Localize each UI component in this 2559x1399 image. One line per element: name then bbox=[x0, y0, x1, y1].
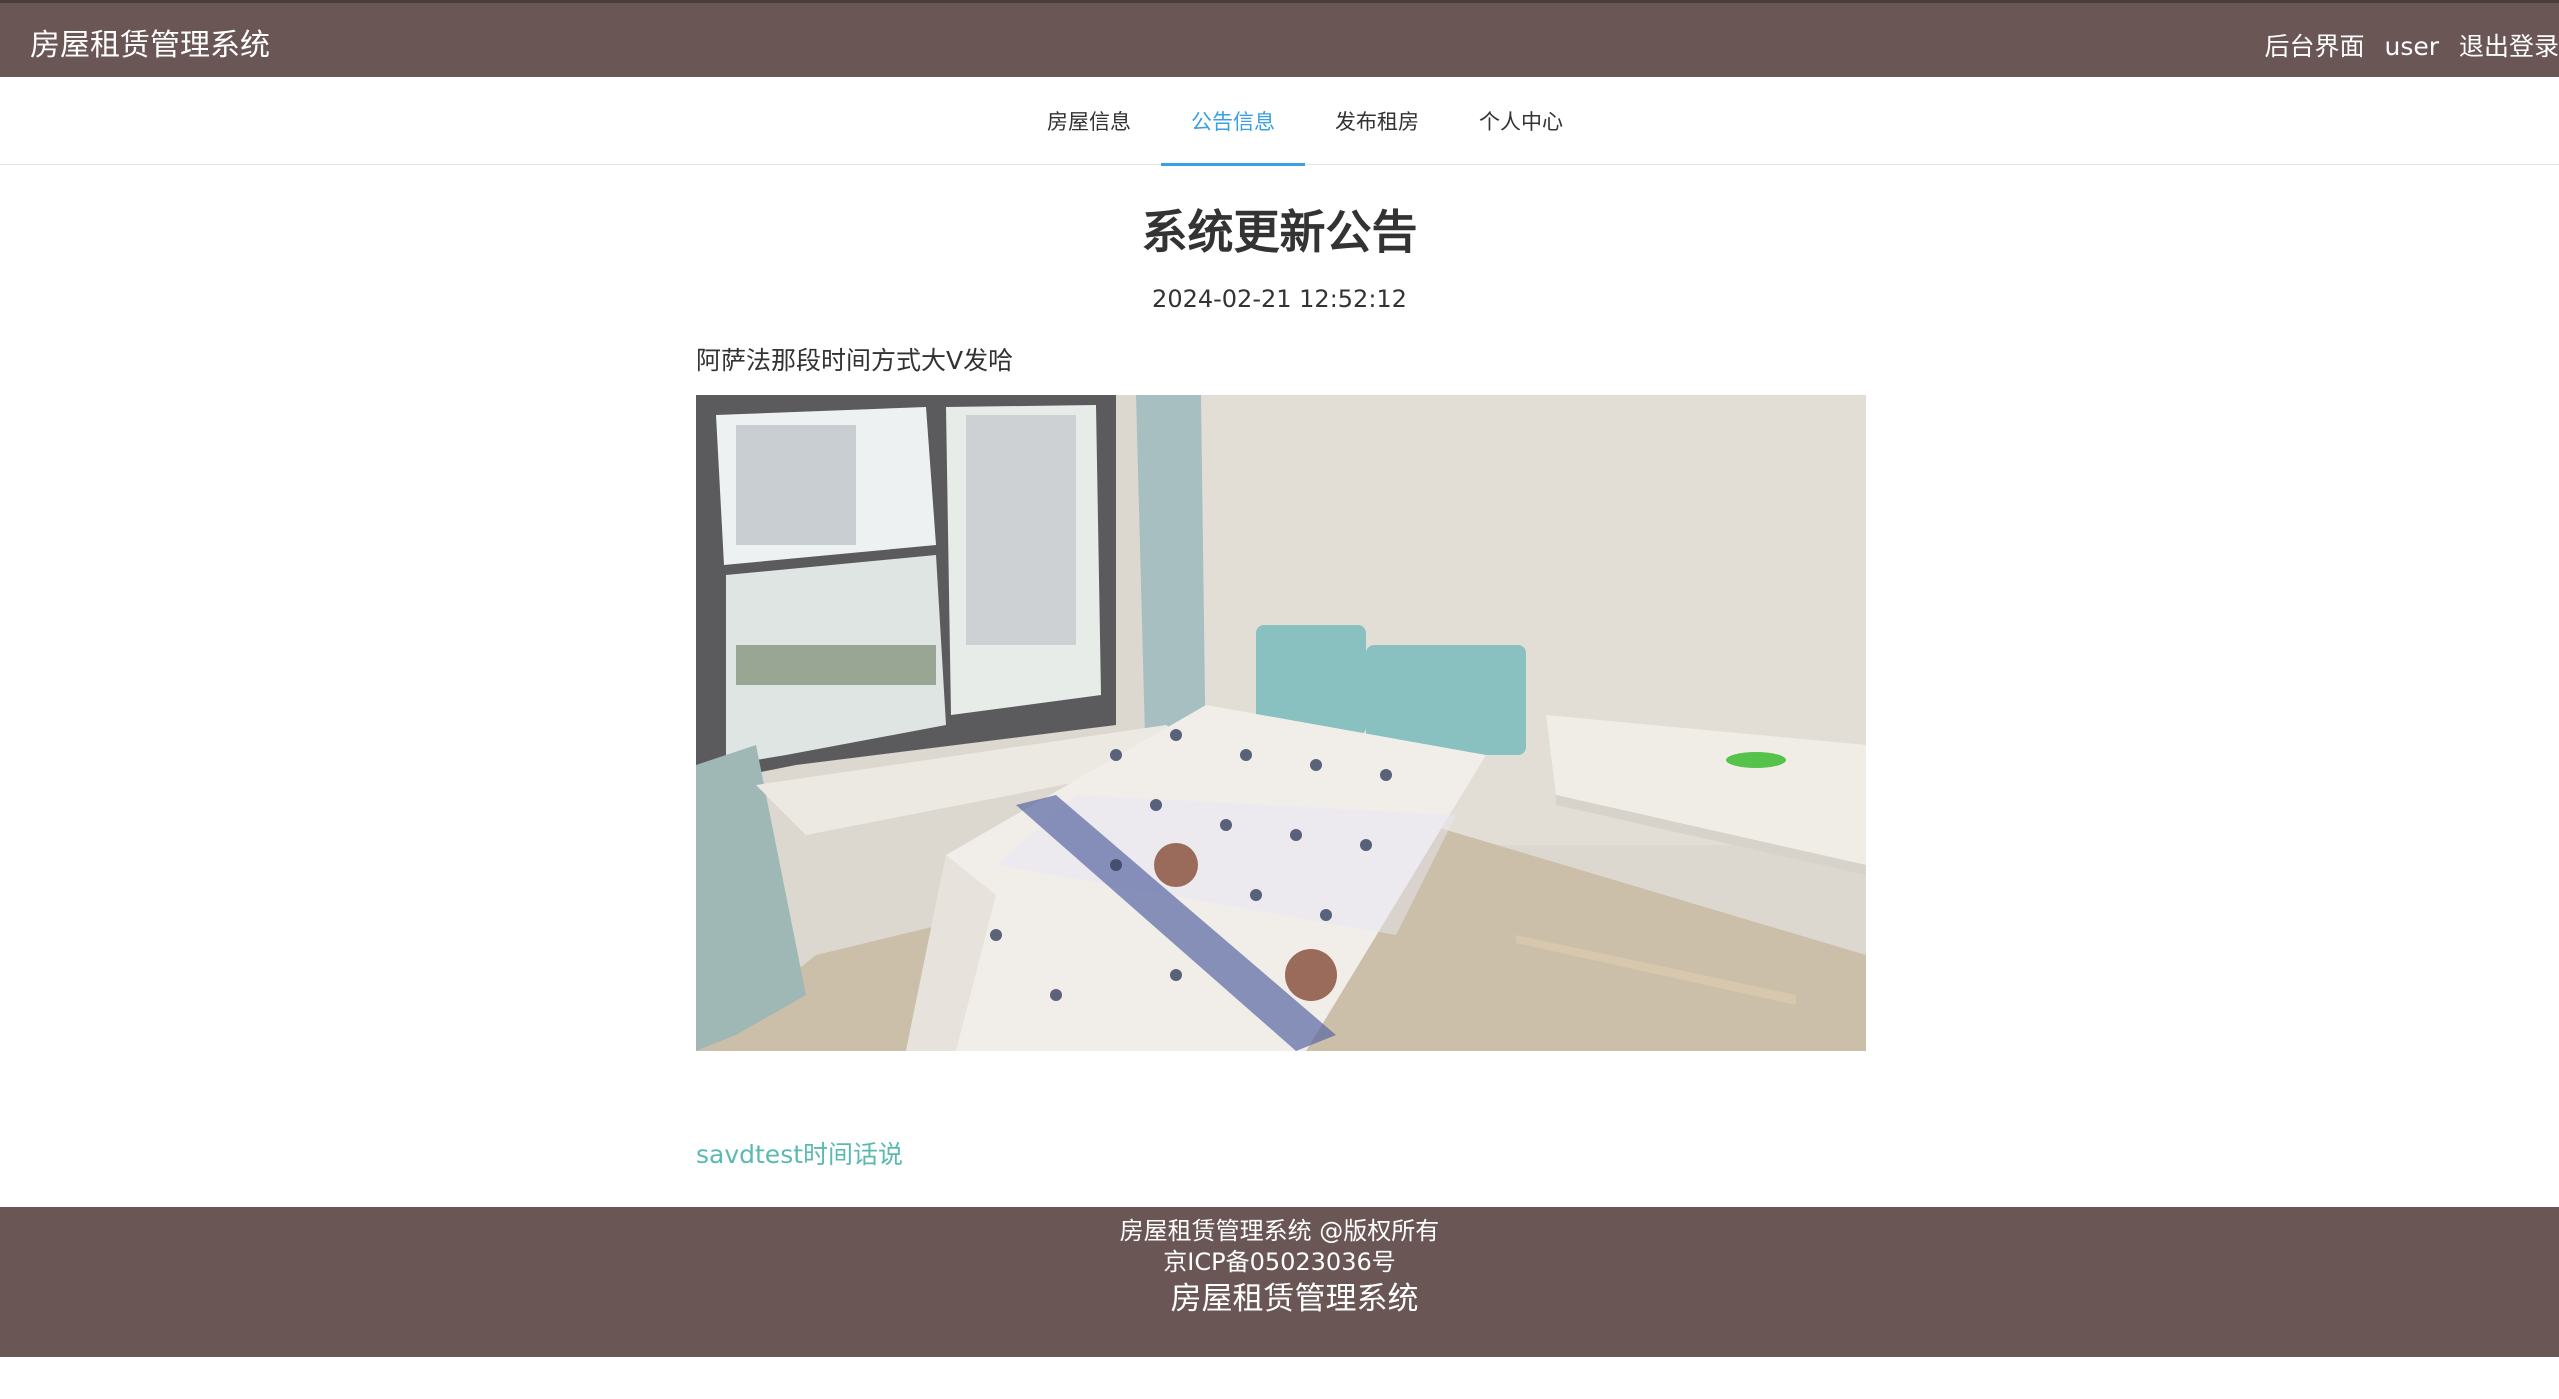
site-title: 房屋租赁管理系统 bbox=[30, 28, 270, 63]
nav-publish-rental[interactable]: 发布租房 bbox=[1305, 77, 1449, 165]
nav-announcements[interactable]: 公告信息 bbox=[1161, 77, 1305, 166]
admin-panel-link[interactable]: 后台界面 bbox=[2265, 27, 2365, 63]
nav-items: 房屋信息 公告信息 发布租房 个人中心 bbox=[1017, 77, 1593, 166]
username-link[interactable]: user bbox=[2385, 32, 2440, 61]
footer-icp: 京ICP备05023036号 bbox=[1163, 1248, 1396, 1276]
main-nav: 房屋信息 公告信息 发布租房 个人中心 bbox=[0, 77, 2559, 166]
logout-link[interactable]: 退出登录 bbox=[2459, 27, 2559, 63]
announcement-text: 阿萨法那段时间方式大V发哈 bbox=[696, 346, 1014, 375]
header-links: 后台界面 user 退出登录 bbox=[2253, 27, 2559, 63]
announcement-title: 系统更新公告 bbox=[1141, 205, 1418, 259]
attachment-link[interactable]: savdtest时间话说 bbox=[696, 1135, 903, 1171]
footer-site-name: 房屋租赁管理系统 bbox=[1170, 1281, 1419, 1317]
top-header: 房屋租赁管理系统 后台界面 user 退出登录 bbox=[0, 0, 2559, 77]
site-footer: 房屋租赁管理系统 @版权所有 京ICP备05023036号 房屋租赁管理系统 bbox=[0, 1207, 2559, 1357]
announcement-date: 2024-02-21 12:52:12 bbox=[1152, 285, 1407, 313]
nav-personal-center[interactable]: 个人中心 bbox=[1449, 77, 1593, 165]
footer-copyright: 房屋租赁管理系统 @版权所有 bbox=[1119, 1217, 1440, 1245]
nav-house-info[interactable]: 房屋信息 bbox=[1017, 77, 1161, 165]
bedroom-photo bbox=[696, 395, 1866, 1051]
